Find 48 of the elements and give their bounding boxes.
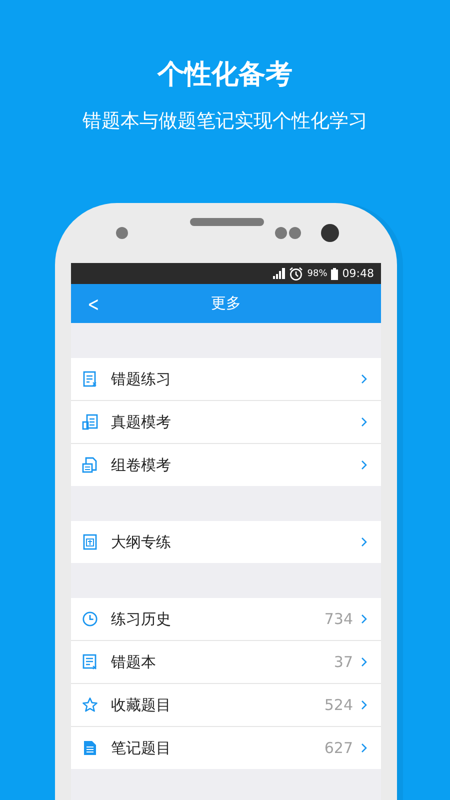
camera-lens [321, 224, 339, 242]
document-icon [82, 740, 98, 756]
item-label: 组卷模考 [111, 456, 172, 474]
document-icon [82, 371, 98, 387]
document-icon [82, 654, 98, 670]
item-count: 627 [324, 739, 353, 757]
menu-item[interactable]: 错题本 37 [71, 641, 381, 684]
chevron-icon [361, 743, 367, 753]
item-count: 524 [324, 696, 353, 714]
chevron-icon [361, 700, 367, 710]
menu-item[interactable]: 练习历史 734 [71, 598, 381, 641]
chevron-icon [361, 417, 367, 427]
chevron-icon [361, 657, 367, 667]
clock-icon [82, 611, 98, 627]
chevron-icon [361, 460, 367, 470]
menu-item[interactable]: 大纲专练 [71, 521, 381, 563]
chevron-icon [361, 614, 367, 624]
item-label: 错题练习 [111, 370, 172, 388]
menu-item[interactable]: 错题练习 [71, 358, 381, 401]
document-icon [82, 414, 98, 430]
menu-item[interactable]: 笔记题目 627 [71, 727, 381, 769]
item-label: 错题本 [111, 652, 157, 672]
item-count: 734 [324, 610, 353, 628]
star-icon [82, 697, 98, 713]
item-label: 收藏题目 [111, 696, 172, 714]
menu-item[interactable]: 组卷模考 [71, 444, 381, 486]
sensor-dot [116, 227, 128, 239]
chevron-icon [361, 374, 367, 384]
battery-icon [331, 268, 338, 280]
alarm-icon [289, 266, 304, 280]
signal-icon [273, 268, 286, 279]
menu-item[interactable]: 收藏题目 524 [71, 684, 381, 727]
sensor-dot [275, 227, 287, 239]
sensor-dot [289, 227, 301, 239]
document-icon [82, 534, 98, 550]
menu-item[interactable]: 真题模考 [71, 401, 381, 444]
battery-percent: 98% [307, 268, 328, 278]
nav-title: 更多 [210, 294, 242, 313]
chevron-icon [361, 537, 367, 547]
headline: 个性化备考 [158, 58, 292, 92]
subheadline: 错题本与做题笔记实现个性化学习 [82, 109, 368, 133]
clock-time: 09:48 [342, 267, 374, 280]
document-icon [82, 457, 98, 473]
item-label: 大纲专练 [111, 532, 172, 552]
item-label: 笔记题目 [111, 738, 172, 758]
item-label: 练习历史 [111, 610, 172, 628]
item-count: 37 [334, 653, 353, 671]
item-label: 真题模考 [111, 412, 172, 432]
